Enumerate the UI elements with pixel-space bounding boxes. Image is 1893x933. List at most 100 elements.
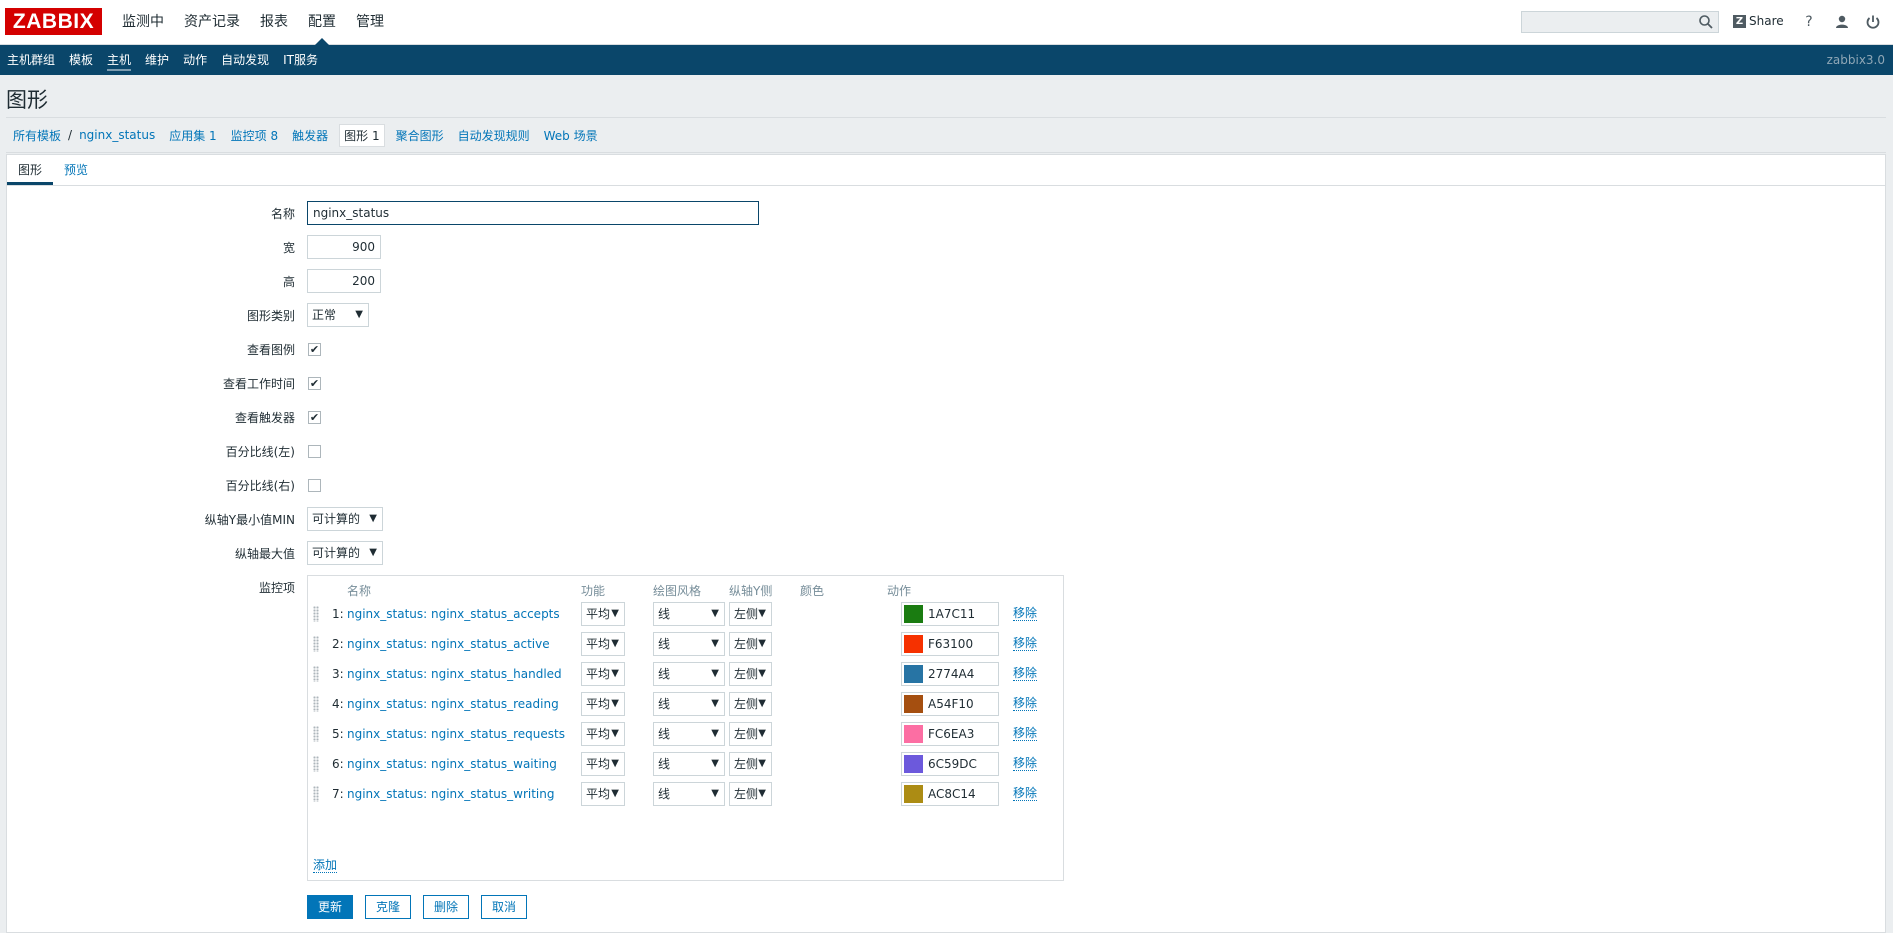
name-input[interactable]: nginx_status xyxy=(307,201,759,225)
sub-menu-actions[interactable]: 动作 xyxy=(176,45,214,75)
main-menu-reports[interactable]: 报表 xyxy=(250,0,298,45)
y-max-select[interactable]: 可计算的 ▼ xyxy=(307,541,383,565)
cancel-button[interactable]: 取消 xyxy=(481,895,528,919)
item-draw-style-select[interactable]: 线 ▼ xyxy=(653,752,725,776)
sub-menu-discovery[interactable]: 自动发现 xyxy=(214,45,276,75)
delete-button[interactable]: 删除 xyxy=(423,895,470,919)
power-icon[interactable] xyxy=(1864,13,1882,31)
item-color-input[interactable]: F63100 xyxy=(901,632,999,656)
item-name-link[interactable]: nginx_status: nginx_status_writing xyxy=(347,787,554,801)
remove-item-link[interactable]: 移除 xyxy=(1013,637,1038,651)
remove-item-link[interactable]: 移除 xyxy=(1013,757,1038,771)
item-y-axis-select[interactable]: 左侧 ▼ xyxy=(729,602,772,626)
color-swatch[interactable] xyxy=(904,755,923,773)
item-draw-style-select[interactable]: 线 ▼ xyxy=(653,662,725,686)
color-swatch[interactable] xyxy=(904,725,923,743)
width-input[interactable]: 900 xyxy=(307,235,381,259)
item-name-link[interactable]: nginx_status: nginx_status_reading xyxy=(347,697,559,711)
search-input[interactable] xyxy=(1521,11,1719,33)
color-swatch[interactable] xyxy=(904,605,923,623)
help-icon[interactable]: ? xyxy=(1800,13,1818,31)
color-swatch[interactable] xyxy=(904,635,923,653)
percentile-left-checkbox[interactable] xyxy=(308,445,321,458)
main-menu-inventory[interactable]: 资产记录 xyxy=(174,0,250,45)
show-legend-checkbox[interactable]: ✔ xyxy=(308,343,321,356)
height-input[interactable]: 200 xyxy=(307,269,381,293)
item-function-select[interactable]: 平均 ▼ xyxy=(581,632,625,656)
item-draw-style-select[interactable]: 线 ▼ xyxy=(653,722,725,746)
show-work-period-checkbox[interactable]: ✔ xyxy=(308,377,321,390)
item-y-axis-select[interactable]: 左侧 ▼ xyxy=(729,752,772,776)
drag-handle-icon[interactable] xyxy=(313,666,319,682)
drag-handle-icon[interactable] xyxy=(313,696,319,712)
item-function-select[interactable]: 平均 ▼ xyxy=(581,662,625,686)
item-y-axis-select[interactable]: 左侧 ▼ xyxy=(729,632,772,656)
breadcrumb-discovery[interactable]: 自动发现规则 xyxy=(451,127,537,144)
clone-button[interactable]: 克隆 xyxy=(365,895,412,919)
item-draw-style-select[interactable]: 线 ▼ xyxy=(653,782,725,806)
item-color-input[interactable]: 2774A4 xyxy=(901,662,999,686)
percentile-right-checkbox[interactable] xyxy=(308,479,321,492)
remove-item-link[interactable]: 移除 xyxy=(1013,697,1038,711)
remove-item-link[interactable]: 移除 xyxy=(1013,667,1038,681)
item-color-input[interactable]: AC8C14 xyxy=(901,782,999,806)
item-function-select[interactable]: 平均 ▼ xyxy=(581,752,625,776)
show-triggers-checkbox[interactable]: ✔ xyxy=(308,411,321,424)
item-name-link[interactable]: nginx_status: nginx_status_requests xyxy=(347,727,565,741)
item-function-select[interactable]: 平均 ▼ xyxy=(581,722,625,746)
item-color-input[interactable]: 1A7C11 xyxy=(901,602,999,626)
item-name-link[interactable]: nginx_status: nginx_status_active xyxy=(347,637,550,651)
item-y-axis-select[interactable]: 左侧 ▼ xyxy=(729,722,772,746)
remove-item-link[interactable]: 移除 xyxy=(1013,787,1038,801)
sub-menu-maintenance[interactable]: 维护 xyxy=(138,45,176,75)
breadcrumb-web[interactable]: Web 场景 xyxy=(537,127,605,144)
item-draw-style-select[interactable]: 线 ▼ xyxy=(653,632,725,656)
add-item-link[interactable]: 添加 xyxy=(313,859,338,873)
item-color-input[interactable]: FC6EA3 xyxy=(901,722,999,746)
breadcrumb-template[interactable]: nginx_status xyxy=(72,128,162,142)
share-button[interactable]: Z Share xyxy=(1733,14,1784,28)
item-y-axis-select[interactable]: 左侧 ▼ xyxy=(729,782,772,806)
sub-menu-it-services[interactable]: IT服务 xyxy=(276,45,325,75)
item-color-input[interactable]: A54F10 xyxy=(901,692,999,716)
sub-menu-hosts[interactable]: 主机 xyxy=(100,45,138,75)
item-function-select[interactable]: 平均 ▼ xyxy=(581,602,625,626)
search-icon[interactable] xyxy=(1698,14,1714,30)
drag-handle-icon[interactable] xyxy=(313,606,319,622)
item-draw-style-select[interactable]: 线 ▼ xyxy=(653,692,725,716)
remove-item-link[interactable]: 移除 xyxy=(1013,727,1038,741)
item-function-select[interactable]: 平均 ▼ xyxy=(581,782,625,806)
user-icon[interactable] xyxy=(1833,13,1851,31)
breadcrumb-graphs[interactable]: 图形 1 xyxy=(339,123,385,147)
main-menu-configuration[interactable]: 配置 xyxy=(298,0,346,45)
item-function-select[interactable]: 平均 ▼ xyxy=(581,692,625,716)
main-menu-administration[interactable]: 管理 xyxy=(346,0,394,45)
item-name-link[interactable]: nginx_status: nginx_status_accepts xyxy=(347,607,560,621)
zabbix-logo[interactable]: ZABBIX xyxy=(5,8,102,35)
item-y-axis-select[interactable]: 左侧 ▼ xyxy=(729,692,772,716)
drag-handle-icon[interactable] xyxy=(313,786,319,802)
breadcrumb-items[interactable]: 监控项 8 xyxy=(224,127,285,144)
color-swatch[interactable] xyxy=(904,695,923,713)
item-y-axis-select[interactable]: 左侧 ▼ xyxy=(729,662,772,686)
main-menu-monitoring[interactable]: 监测中 xyxy=(112,0,174,45)
graph-type-select[interactable]: 正常 ▼ xyxy=(307,303,369,327)
item-color-input[interactable]: 6C59DC xyxy=(901,752,999,776)
color-swatch[interactable] xyxy=(904,665,923,683)
breadcrumb-triggers[interactable]: 触发器 xyxy=(285,127,335,144)
breadcrumb-applications[interactable]: 应用集 1 xyxy=(162,127,223,144)
drag-handle-icon[interactable] xyxy=(313,756,319,772)
tab-preview[interactable]: 预览 xyxy=(53,155,99,185)
item-name-link[interactable]: nginx_status: nginx_status_waiting xyxy=(347,757,557,771)
drag-handle-icon[interactable] xyxy=(313,726,319,742)
sub-menu-templates[interactable]: 模板 xyxy=(62,45,100,75)
breadcrumb-screens[interactable]: 聚合图形 xyxy=(389,127,451,144)
remove-item-link[interactable]: 移除 xyxy=(1013,607,1038,621)
color-swatch[interactable] xyxy=(904,785,923,803)
item-name-link[interactable]: nginx_status: nginx_status_handled xyxy=(347,667,562,681)
sub-menu-host-groups[interactable]: 主机群组 xyxy=(0,45,62,75)
breadcrumb-all-templates[interactable]: 所有模板 xyxy=(6,127,68,144)
update-button[interactable]: 更新 xyxy=(307,895,354,919)
y-min-select[interactable]: 可计算的 ▼ xyxy=(307,507,383,531)
tab-graph[interactable]: 图形 xyxy=(7,155,54,185)
